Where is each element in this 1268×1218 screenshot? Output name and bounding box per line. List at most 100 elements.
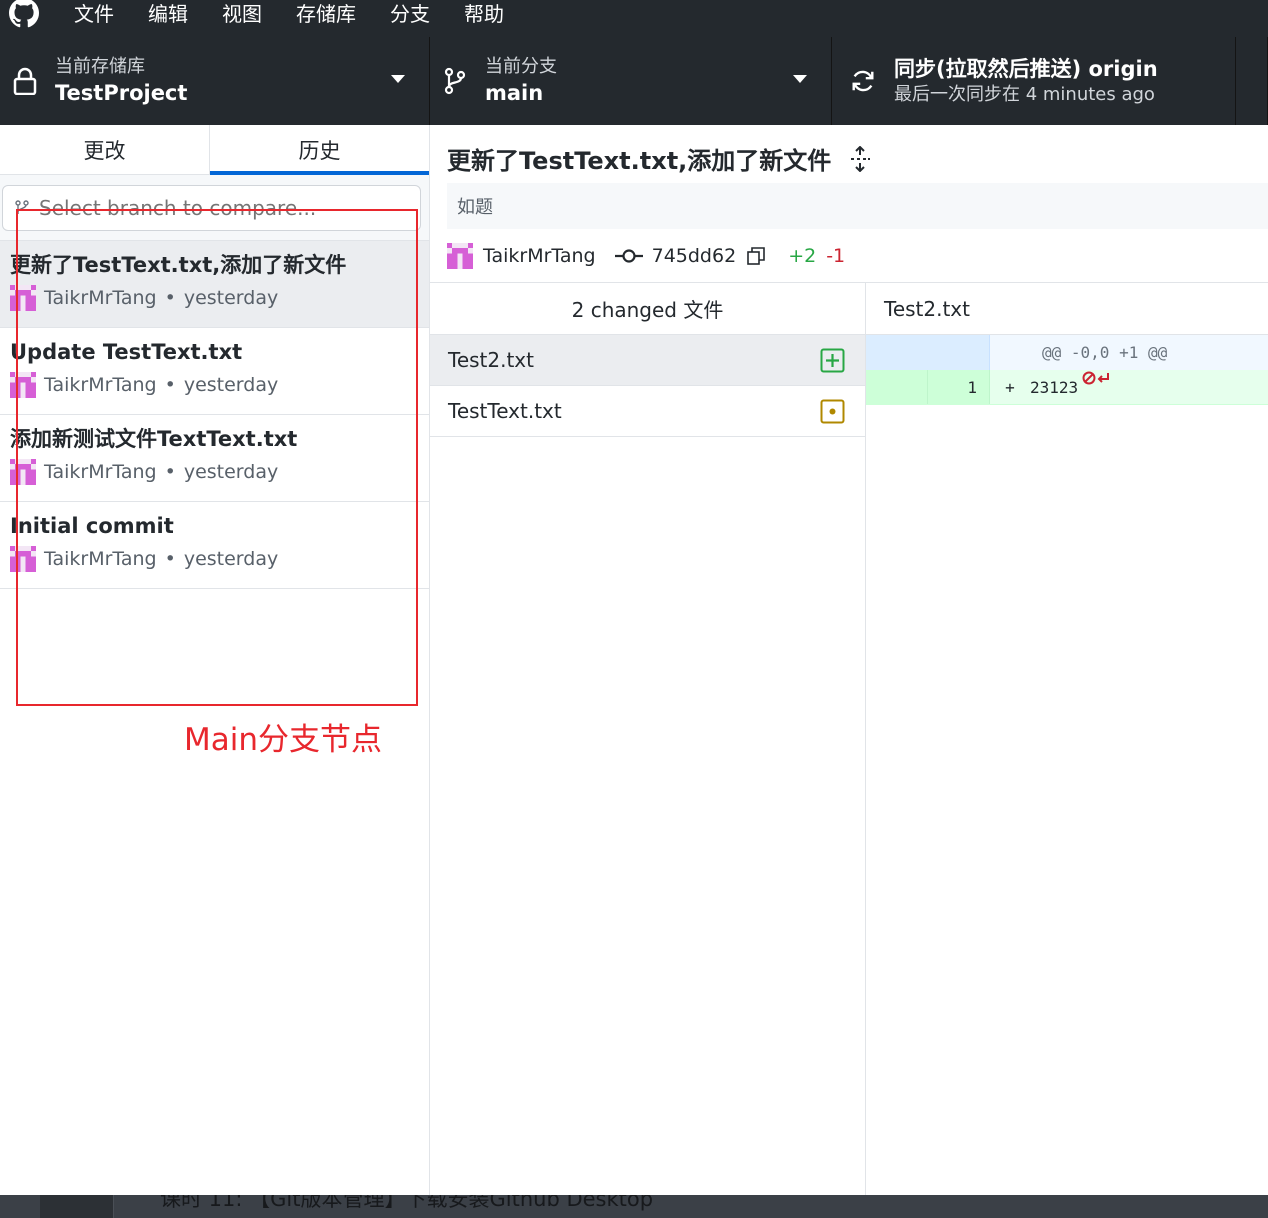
menu-view[interactable]: 视图 <box>222 0 262 27</box>
current-branch-button[interactable]: 当前分支 main <box>430 37 832 125</box>
commit-author: TaikrMrTang <box>44 374 157 396</box>
diff-file-header: Test2.txt <box>866 283 1268 335</box>
copy-icon[interactable] <box>746 246 766 266</box>
menu-edit[interactable]: 编辑 <box>148 0 188 27</box>
no-newline-icon <box>1082 370 1112 386</box>
commit-summary-title-row: 更新了TestText.txt,添加了新文件 <box>447 141 871 176</box>
changed-files-list: 2 changed 文件 Test2.txt TestText.txt <box>430 283 866 1195</box>
avatar-icon <box>10 546 36 572</box>
background-taskbar: 课时 11: 【Git版本管理】下载安装Github Desktop <box>0 1195 1268 1218</box>
hunk-gutter <box>866 335 990 370</box>
commit-meta-separator: • <box>164 374 176 396</box>
diff-line-added[interactable]: 1 + 23123 <box>866 370 1268 405</box>
compare-branch-box[interactable] <box>2 185 421 231</box>
diff-line-content: 23123 <box>1030 377 1079 397</box>
toolbar: 当前存储库 TestProject 当前分支 main 同步(拉取然后推送) o… <box>0 37 1268 125</box>
hunk-text: @@ -0,0 +1 @@ <box>1042 343 1168 362</box>
sync-icon <box>850 66 876 96</box>
commit-time: yesterday <box>183 287 279 309</box>
github-logo-icon <box>8 0 40 29</box>
sync-origin-button[interactable]: 同步(拉取然后推送) origin 最后一次同步在 4 minutes ago <box>832 37 1236 125</box>
file-added-icon <box>820 348 845 373</box>
commit-meta-separator: • <box>164 548 176 570</box>
sidebar-tabs: 更改 历史 <box>0 125 429 175</box>
commit-meta: TaikrMrTang • yesterday <box>10 459 429 485</box>
compare-branch-area <box>0 175 429 241</box>
annotation-label: Main分支节点 <box>184 722 383 758</box>
tab-history[interactable]: 历史 <box>210 125 429 175</box>
lines-deleted: -1 <box>826 245 846 267</box>
current-branch-text: 当前分支 main <box>485 55 557 107</box>
commit-sha: 745dd62 <box>651 245 737 267</box>
commit-detail-panel: 更新了TestText.txt,添加了新文件 如题 TaikrMrTang 74… <box>430 125 1268 1195</box>
menu-help[interactable]: 帮助 <box>464 0 504 27</box>
chevron-down-icon <box>391 75 405 83</box>
commit-list-item[interactable]: 更新了TestText.txt,添加了新文件 TaikrMrTang • yes… <box>0 241 429 328</box>
file-modified-icon <box>820 399 845 424</box>
commit-time: yesterday <box>183 374 279 396</box>
commit-summary-meta: TaikrMrTang 745dd62 +2 -1 <box>447 243 845 269</box>
commit-list-item[interactable]: 添加新测试文件TextText.txt TaikrMrTang • yester… <box>0 415 429 502</box>
avatar-icon <box>447 243 473 269</box>
commit-meta-separator: • <box>164 287 176 309</box>
commit-time: yesterday <box>183 548 279 570</box>
avatar-icon <box>10 285 36 311</box>
commit-list-item[interactable]: Update TestText.txt TaikrMrTang • yester… <box>0 328 429 415</box>
lines-added: +2 <box>788 245 817 267</box>
expand-icon[interactable] <box>849 145 871 172</box>
commit-summary-title: 更新了TestText.txt,添加了新文件 <box>447 147 832 175</box>
taskbar-button[interactable] <box>40 1195 114 1218</box>
avatar-icon <box>10 459 36 485</box>
current-repository-text: 当前存储库 TestProject <box>55 55 187 107</box>
commit-title: Update TestText.txt <box>10 340 243 364</box>
background-window-text: 课时 11: 【Git版本管理】下载安装Github Desktop <box>160 1195 654 1211</box>
menu-repository[interactable]: 存储库 <box>296 0 356 27</box>
sync-title: 同步(拉取然后推送) origin <box>894 57 1158 81</box>
tab-changes[interactable]: 更改 <box>0 125 210 174</box>
commit-list-item[interactable]: Initial commit TaikrMrTang • yesterday <box>0 502 429 589</box>
commit-author: TaikrMrTang <box>44 461 157 483</box>
commit-author: TaikrMrTang <box>44 548 157 570</box>
commit-author: TaikrMrTang <box>44 287 157 309</box>
file-list-item[interactable]: Test2.txt <box>430 335 865 386</box>
lock-icon <box>12 66 38 96</box>
new-line-number: 1 <box>928 370 990 404</box>
commit-meta: TaikrMrTang • yesterday <box>10 285 429 311</box>
menu-branch[interactable]: 分支 <box>390 0 430 27</box>
diff-viewer: Test2.txt @@ -0,0 +1 @@ 1 + 23123 <box>866 283 1268 1195</box>
commit-description: 如题 <box>447 183 1268 229</box>
chevron-down-icon <box>793 75 807 83</box>
sync-subtitle: 最后一次同步在 4 minutes ago <box>894 84 1155 105</box>
current-branch-name: main <box>485 81 544 105</box>
commit-title: Initial commit <box>10 514 174 538</box>
commit-summary-header: 更新了TestText.txt,添加了新文件 如题 TaikrMrTang 74… <box>430 125 1268 283</box>
changed-files-header: 2 changed 文件 <box>430 283 865 335</box>
menu-file[interactable]: 文件 <box>74 0 114 27</box>
commit-time: yesterday <box>183 461 279 483</box>
file-list-item[interactable]: TestText.txt <box>430 386 865 437</box>
diff-hunk-header: @@ -0,0 +1 @@ <box>866 335 1268 370</box>
history-sidebar: 更改 历史 更新了TestText.txt,添加了新文件 TaikrMrTang… <box>0 125 430 1195</box>
diff-line-marker: + <box>1005 377 1015 397</box>
menu-bar: 文件 编辑 视图 存储库 分支 帮助 <box>0 0 1268 37</box>
current-repository-name: TestProject <box>55 81 188 105</box>
commit-title: 添加新测试文件TextText.txt <box>10 427 298 451</box>
file-name: TestText.txt <box>448 399 562 423</box>
file-name: Test2.txt <box>448 348 534 372</box>
avatar-icon <box>10 372 36 398</box>
git-commit-icon <box>614 248 644 264</box>
commit-meta-separator: • <box>164 461 176 483</box>
toolbar-spacer <box>1236 37 1268 125</box>
compare-branch-input[interactable] <box>39 196 399 220</box>
commit-meta: TaikrMrTang • yesterday <box>10 372 429 398</box>
git-compare-icon <box>15 200 29 216</box>
current-branch-label: 当前分支 <box>485 56 557 77</box>
sync-text: 同步(拉取然后推送) origin 最后一次同步在 4 minutes ago <box>894 55 1158 107</box>
commit-meta: TaikrMrTang • yesterday <box>10 546 429 572</box>
current-repository-button[interactable]: 当前存储库 TestProject <box>0 37 430 125</box>
current-repository-label: 当前存储库 <box>55 56 145 77</box>
old-line-number <box>866 370 928 404</box>
commit-list: 更新了TestText.txt,添加了新文件 TaikrMrTang • yes… <box>0 241 429 589</box>
commit-summary-author: TaikrMrTang <box>483 245 596 267</box>
git-branch-icon <box>442 66 468 96</box>
